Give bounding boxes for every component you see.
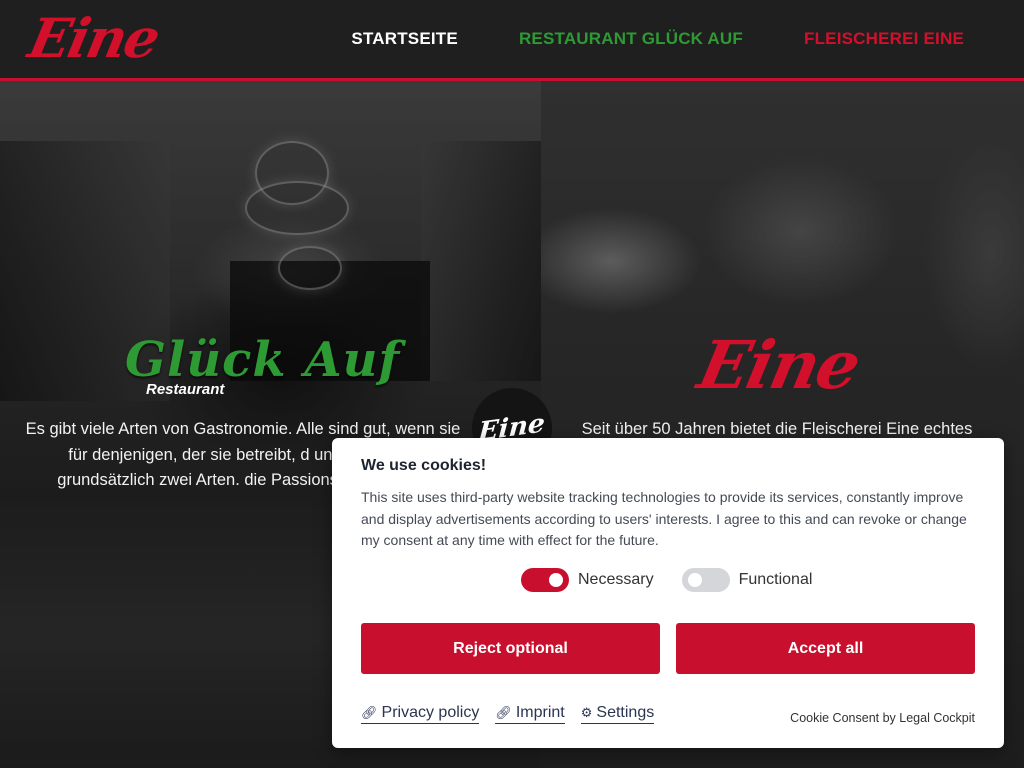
- imprint-link[interactable]: 🔗︎ Imprint: [495, 704, 565, 724]
- settings-link[interactable]: ⚙ Settings: [580, 704, 655, 724]
- toggle-knob: [549, 573, 563, 587]
- link-icon: 🔗︎: [361, 705, 378, 720]
- cookie-links: 🔗︎ Privacy policy 🔗︎ Imprint ⚙ Settings: [361, 704, 655, 724]
- privacy-policy-link[interactable]: 🔗︎ Privacy policy: [361, 704, 480, 724]
- privacy-policy-label: Privacy policy: [381, 704, 480, 721]
- cookie-title: We use cookies!: [361, 457, 487, 474]
- nav-fleischerei-eine[interactable]: FLEISCHEREI EINE: [804, 29, 964, 49]
- reject-optional-button[interactable]: Reject optional: [361, 623, 660, 674]
- nav-startseite[interactable]: STARTSEITE: [351, 29, 458, 49]
- functional-toggle-label: Functional: [738, 571, 813, 588]
- functional-toggle[interactable]: [681, 568, 730, 592]
- cookie-toggles: Necessary Functional: [521, 568, 840, 592]
- cookie-consent-dialog: We use cookies! This site uses third-par…: [332, 438, 1004, 748]
- eine-logo[interactable]: Eine: [23, 6, 164, 70]
- necessary-toggle[interactable]: [521, 568, 569, 592]
- glueck-auf-subtitle: Restaurant: [146, 381, 225, 398]
- accept-all-button[interactable]: Accept all: [676, 623, 975, 674]
- nav-restaurant-glueck-auf[interactable]: RESTAURANT GLÜCK AUF: [519, 29, 743, 49]
- toggle-knob: [687, 573, 702, 587]
- necessary-toggle-label: Necessary: [578, 571, 654, 588]
- settings-label: Settings: [596, 704, 655, 721]
- main-nav: STARTSEITE RESTAURANT GLÜCK AUF FLEISCHE…: [351, 29, 964, 49]
- imprint-label: Imprint: [515, 704, 565, 721]
- site-header: Eine STARTSEITE RESTAURANT GLÜCK AUF FLE…: [0, 0, 1024, 81]
- gear-icon: ⚙: [580, 705, 593, 720]
- fleischerei-eine-logo: Eine: [691, 326, 866, 404]
- cookie-powered-by[interactable]: Cookie Consent by Legal Cockpit: [790, 711, 975, 725]
- cookie-description: This site uses third-party website track…: [361, 489, 967, 548]
- link-icon: 🔗︎: [495, 705, 512, 720]
